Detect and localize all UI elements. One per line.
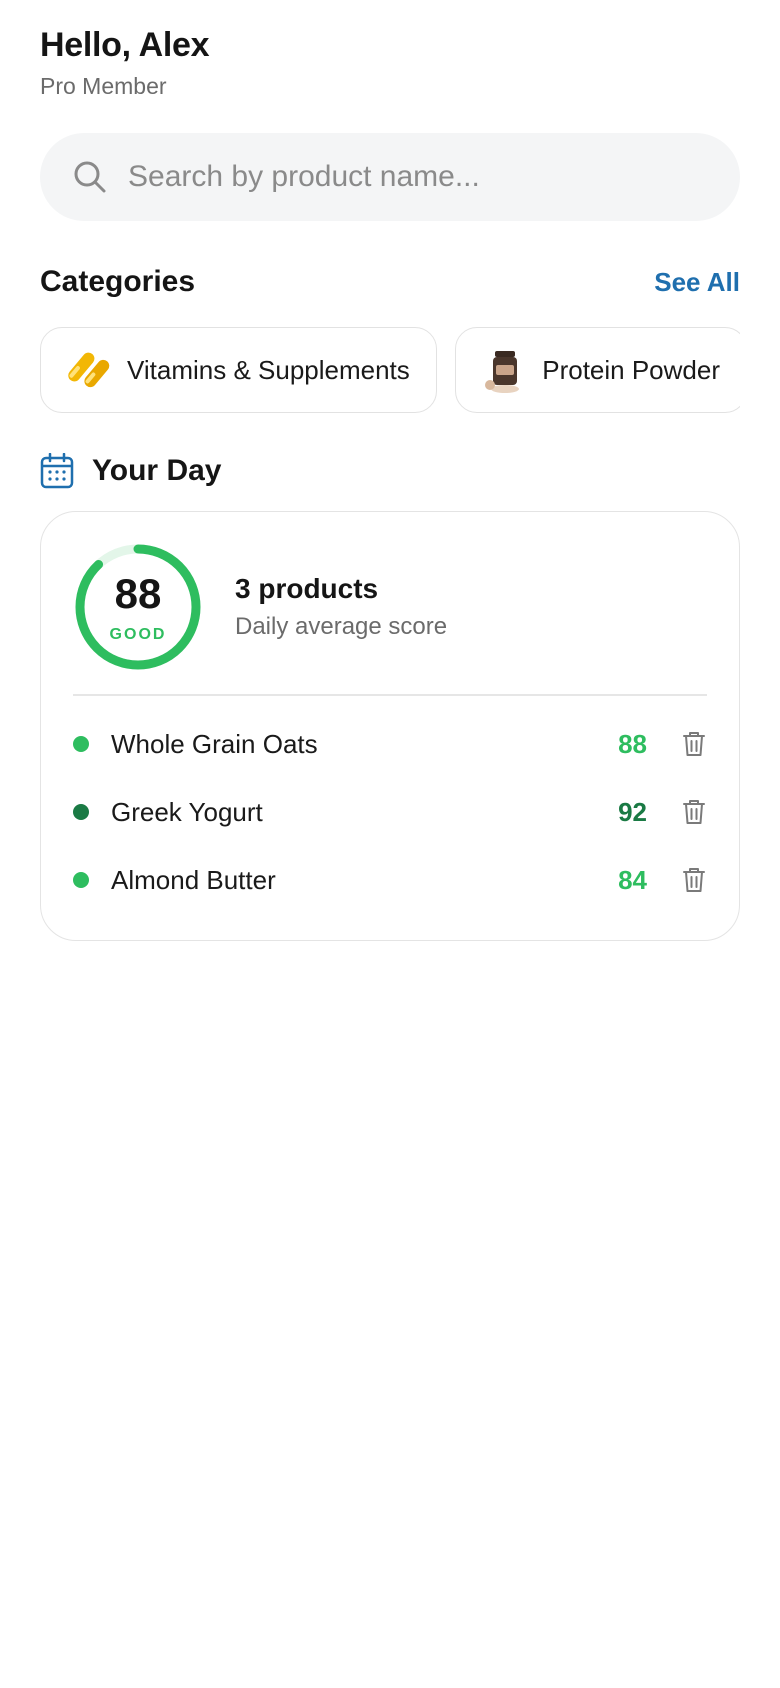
trash-icon[interactable] [681, 866, 707, 894]
score-status-dot [73, 872, 89, 888]
product-score: 84 [618, 864, 647, 895]
category-chip-label: Protein Powder [542, 354, 720, 385]
list-item[interactable]: Greek Yogurt 92 [73, 778, 707, 846]
product-name: Greek Yogurt [111, 796, 263, 827]
daily-score-grade: GOOD [109, 626, 167, 643]
your-day-header: Your Day [40, 453, 740, 489]
see-all-link[interactable]: See All [654, 267, 740, 298]
category-chip-label: Vitamins & Supplements [127, 354, 410, 385]
category-chip-protein[interactable]: Protein Powder [455, 327, 740, 413]
categories-title: Categories [40, 265, 196, 298]
list-item[interactable]: Almond Butter 84 [73, 846, 707, 914]
protein-powder-jar-icon [478, 345, 528, 395]
membership-label: Pro Member [40, 73, 167, 99]
score-ring: 88 GOOD [73, 542, 203, 672]
category-chip-vitamins[interactable]: Vitamins & Supplements [40, 327, 437, 413]
search-icon [72, 159, 108, 195]
home-screen: Hello, Alex Pro Member Categories See Al… [40, 0, 740, 941]
daily-summary: 88 GOOD 3 products Daily average score [73, 542, 707, 696]
products-count: 3 products [235, 573, 379, 604]
trash-icon[interactable] [681, 798, 707, 826]
score-status-dot [73, 736, 89, 752]
list-item[interactable]: Whole Grain Oats 88 [73, 710, 707, 778]
summary-subtitle: Daily average score [235, 613, 448, 640]
search-bar[interactable] [40, 133, 740, 221]
product-score: 92 [618, 796, 647, 827]
your-day-title: Your Day [92, 454, 222, 487]
trash-icon[interactable] [681, 730, 707, 758]
product-name: Whole Grain Oats [111, 728, 318, 759]
vitamin-capsules-icon [63, 345, 113, 395]
calendar-icon [40, 453, 74, 489]
product-score: 88 [618, 728, 647, 759]
categories-header: Categories See All [40, 265, 740, 299]
greeting-title: Hello, Alex [40, 26, 210, 64]
product-name: Almond Butter [111, 864, 276, 895]
category-chips: Vitamins & Supplements Protein Powder [40, 327, 740, 417]
search-input[interactable] [128, 160, 688, 194]
your-day-card: 88 GOOD 3 products Daily average score W… [40, 511, 740, 941]
score-status-dot [73, 804, 89, 820]
summary-text: 3 products Daily average score [235, 573, 447, 641]
product-list: Whole Grain Oats 88 Greek Yogurt 92 Almo… [73, 710, 707, 914]
daily-score-value: 88 [114, 570, 162, 617]
